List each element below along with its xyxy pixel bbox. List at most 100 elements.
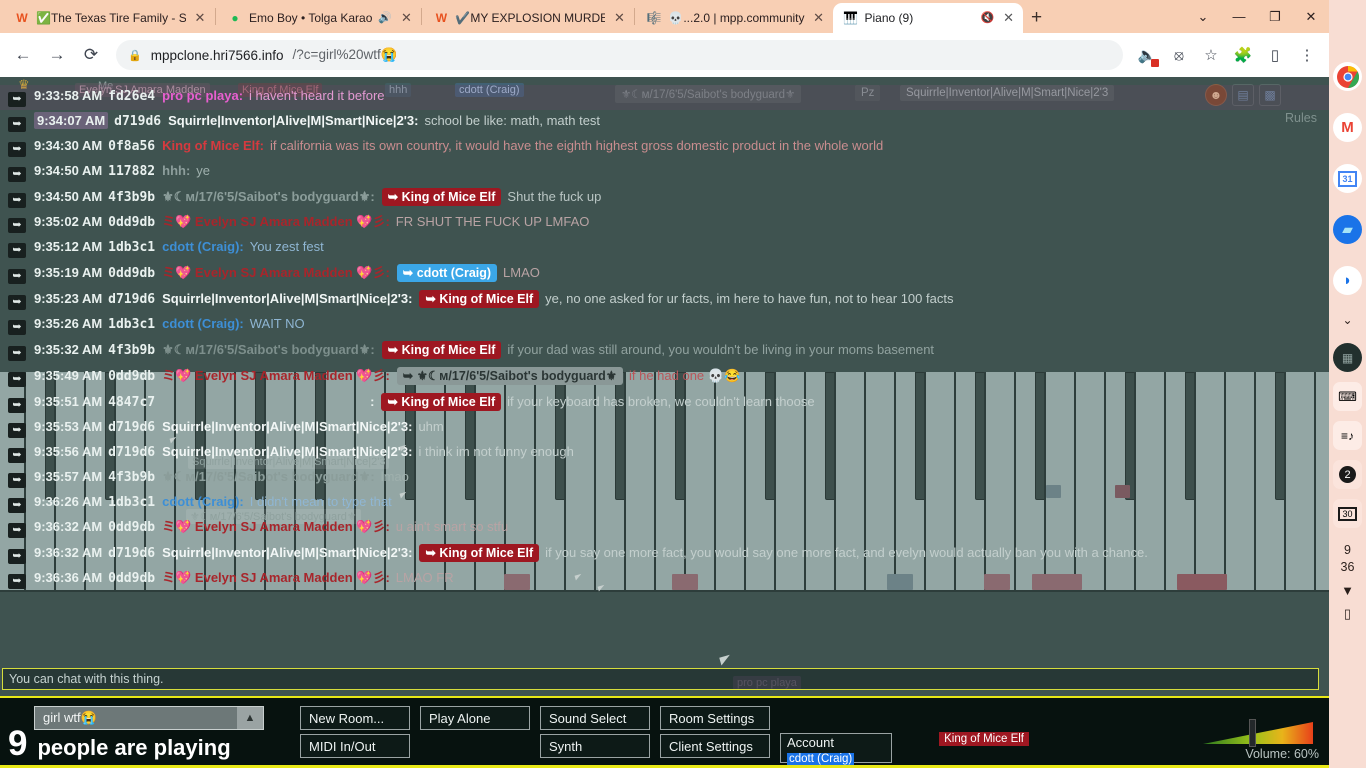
chevron-up-icon[interactable]: ▲ (237, 707, 263, 729)
reply-arrow-icon[interactable]: ➥ (8, 346, 26, 361)
message-author[interactable]: ⚜☾ᴍ/17/6'5/Saibot's bodyguard⚜: (162, 189, 375, 204)
gmail-icon[interactable]: M (1333, 113, 1362, 142)
browser-tab-0[interactable]: W ✅The Texas Tire Family - S ✕ (4, 3, 214, 33)
reply-arrow-icon[interactable]: ➥ (8, 372, 26, 387)
calendar-30-icon[interactable]: 30 (1333, 499, 1362, 528)
reply-arrow-icon[interactable]: ➥ (8, 473, 26, 488)
reply-arrow-icon[interactable]: ➥ (8, 448, 26, 463)
reply-arrow-icon[interactable]: ➥ (8, 398, 26, 413)
account-menu[interactable]: Account cdott (Craig) (780, 733, 892, 765)
message-author[interactable]: : (370, 394, 374, 409)
message-author[interactable]: cdott (Craig): (162, 239, 244, 254)
message-author[interactable]: Squirrle|Inventor|Alive|M|Smart|Nice|2'3… (162, 444, 412, 459)
message-author[interactable]: pro pc playa: (162, 88, 243, 103)
message-author[interactable]: ミ💖 Evelyn SJ Amara Madden 💖彡: (162, 368, 390, 383)
reply-arrow-icon[interactable]: ➥ (8, 574, 26, 589)
new-tab-button[interactable]: + (1023, 4, 1051, 32)
playlist-icon[interactable]: ≡♪ (1333, 421, 1362, 450)
chevron-down-icon[interactable]: ⌄ (1329, 313, 1366, 327)
message-author[interactable]: Squirrle|Inventor|Alive|M|Smart|Nice|2'3… (168, 113, 418, 128)
message-mention-pill[interactable]: ➥ ⚜☾ᴍ/17/6'5/Saibot's bodyguard⚜ (396, 367, 623, 385)
tab-close-icon[interactable]: ✕ (1001, 10, 1017, 26)
browser-tab-3[interactable]: 🎼 💀...2.0 | mpp.community ✕ (636, 3, 832, 33)
control-button-room-settings[interactable]: Room Settings (660, 706, 770, 730)
reload-button[interactable]: ⟳ (76, 40, 106, 70)
reply-arrow-icon[interactable]: ➥ (8, 218, 26, 233)
message-mention-pill[interactable]: ➥ King of Mice Elf (419, 290, 540, 308)
files-icon[interactable]: ▰ (1333, 215, 1362, 244)
reply-arrow-icon[interactable]: ➥ (8, 117, 26, 132)
message-author[interactable]: ミ💖 Evelyn SJ Amara Madden 💖彡: (162, 214, 390, 229)
volume-bar[interactable] (1199, 719, 1317, 747)
control-button-sound-select[interactable]: Sound Select (540, 706, 650, 730)
message-author[interactable]: Squirrle|Inventor|Alive|M|Smart|Nice|2'3… (162, 545, 412, 560)
notification-badge-icon[interactable]: 2 (1333, 460, 1362, 489)
forward-button[interactable]: → (42, 40, 72, 70)
message-mention-pill[interactable]: ➥ cdott (Craig) (396, 264, 498, 282)
chat-message: ➥ 9:35:56 AM d719d6 Squirrle|Inventor|Alive… (0, 441, 1329, 466)
tab-audio-icon[interactable]: 🔊 (378, 11, 392, 25)
reply-arrow-icon[interactable]: ➥ (8, 423, 26, 438)
extensions-puzzle-icon[interactable]: 🧩 (1229, 40, 1257, 70)
message-mention-pill[interactable]: ➥ King of Mice Elf (381, 393, 502, 411)
tab-close-icon[interactable]: ✕ (398, 10, 414, 26)
reply-arrow-icon[interactable]: ➥ (8, 142, 26, 157)
bookmark-star-icon[interactable]: ☆ (1197, 40, 1225, 70)
calendar-icon[interactable]: 31 (1333, 164, 1362, 193)
chat-input[interactable]: You can chat with this thing. (2, 668, 1319, 690)
maximize-button[interactable]: ❐ (1257, 0, 1293, 33)
keyboard-icon[interactable]: ⌨ (1333, 382, 1362, 411)
piano-thumbnail-icon[interactable]: ▦ (1333, 343, 1362, 372)
message-author[interactable]: ミ💖 Evelyn SJ Amara Madden 💖彡: (162, 570, 390, 585)
reply-arrow-icon[interactable]: ➥ (8, 193, 26, 208)
messages-icon[interactable]: ◗ (1333, 266, 1362, 295)
reply-arrow-icon[interactable]: ➥ (8, 243, 26, 258)
tab-close-icon[interactable]: ✕ (192, 10, 208, 26)
browser-tab-2[interactable]: W ✔️MY EXPLOSION MURDER AN ✕ (423, 3, 633, 33)
control-button-synth[interactable]: Synth (540, 734, 650, 758)
tab-search-icon[interactable]: ⌄ (1185, 0, 1221, 33)
message-mention-pill[interactable]: ➥ King of Mice Elf (381, 188, 502, 206)
back-button[interactable]: ← (8, 40, 38, 70)
reply-arrow-icon[interactable]: ➥ (8, 523, 26, 538)
reply-arrow-icon[interactable]: ➥ (8, 269, 26, 284)
reply-arrow-icon[interactable]: ➥ (8, 295, 26, 310)
control-button-play-alone[interactable]: Play Alone (420, 706, 530, 730)
message-author[interactable]: ミ💖 Evelyn SJ Amara Madden 💖彡: (162, 519, 390, 534)
tab-audio-muted-icon[interactable]: 🔇 (981, 11, 995, 25)
message-mention-pill[interactable]: ➥ King of Mice Elf (381, 341, 502, 359)
tab-close-icon[interactable]: ✕ (811, 10, 827, 26)
volume-slider-handle[interactable] (1249, 719, 1256, 747)
control-button-new-room[interactable]: New Room... (300, 706, 410, 730)
message-author[interactable]: ⚜☾ᴍ/17/6'5/Saibot's bodyguard⚜: (162, 469, 375, 484)
message-author[interactable]: Squirrle|Inventor|Alive|M|Smart|Nice|2'3… (162, 419, 412, 434)
reply-arrow-icon[interactable]: ➥ (8, 167, 26, 182)
browser-tab-1[interactable]: ● Emo Boy • Tolga Karao 🔊 ✕ (217, 3, 420, 33)
message-author[interactable]: ミ💖 Evelyn SJ Amara Madden 💖彡: (162, 265, 390, 280)
message-mention-pill[interactable]: ➥ King of Mice Elf (419, 544, 540, 562)
message-author[interactable]: cdott (Craig): (162, 494, 244, 509)
control-button-client-settings[interactable]: Client Settings (660, 734, 770, 758)
share-icon[interactable]: ⦻ (1165, 40, 1193, 70)
minimize-button[interactable]: — (1221, 0, 1257, 33)
close-window-button[interactable]: ✕ (1293, 0, 1329, 33)
sidepanel-icon[interactable]: ▯ (1261, 40, 1289, 70)
tab-close-icon[interactable]: ✕ (611, 10, 627, 26)
media-blocked-icon[interactable]: 🔈 (1133, 40, 1161, 70)
reply-arrow-icon[interactable]: ➥ (8, 549, 26, 564)
control-button-midi-in-out[interactable]: MIDI In/Out (300, 734, 410, 758)
message-author[interactable]: cdott (Craig): (162, 316, 244, 331)
chrome-icon[interactable] (1333, 62, 1362, 91)
reply-arrow-icon[interactable]: ➥ (8, 498, 26, 513)
kebab-menu-icon[interactable]: ⋮ (1293, 40, 1321, 70)
message-author[interactable]: King of Mice Elf: (162, 138, 264, 153)
browser-tab-label: Emo Boy • Tolga Karao (249, 11, 373, 25)
message-author[interactable]: ⚜☾ᴍ/17/6'5/Saibot's bodyguard⚜: (162, 342, 375, 357)
reply-arrow-icon[interactable]: ➥ (8, 92, 26, 107)
reply-arrow-icon[interactable]: ➥ (8, 320, 26, 335)
volume-control[interactable]: Volume: 60% (1199, 719, 1319, 761)
message-author[interactable]: hhh: (162, 163, 190, 178)
browser-tab-4[interactable]: 🎹 Piano (9) 🔇 ✕ (832, 3, 1023, 33)
message-author[interactable]: Squirrle|Inventor|Alive|M|Smart|Nice|2'3… (162, 291, 412, 306)
address-bar[interactable]: 🔒 mppclone.hri7566.info /?c=girl%20wtf😭 (116, 40, 1123, 70)
